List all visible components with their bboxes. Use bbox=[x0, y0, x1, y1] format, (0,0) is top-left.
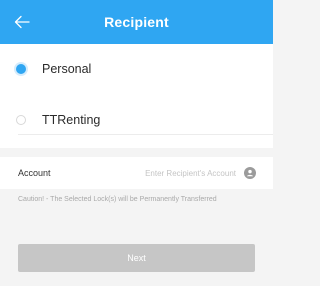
radio-selected-icon[interactable] bbox=[16, 64, 26, 74]
next-button-label: Next bbox=[127, 253, 146, 263]
option-ttrenting[interactable]: TTRenting bbox=[0, 95, 273, 145]
account-label: Account bbox=[18, 168, 51, 178]
option-label: TTRenting bbox=[42, 113, 101, 127]
option-label: Personal bbox=[42, 62, 92, 76]
back-button[interactable] bbox=[10, 10, 34, 34]
app-header: Recipient bbox=[0, 0, 273, 44]
recipient-type-list: Personal TTRenting bbox=[0, 44, 273, 148]
radio-unselected-icon[interactable] bbox=[16, 115, 26, 125]
next-button[interactable]: Next bbox=[18, 244, 255, 272]
account-row: Account bbox=[0, 157, 273, 189]
recipient-screen: Recipient Personal TTRenting Account Cau… bbox=[0, 0, 273, 286]
option-personal[interactable]: Personal bbox=[0, 44, 273, 94]
arrow-left-icon bbox=[14, 15, 30, 29]
contact-button[interactable] bbox=[244, 167, 256, 179]
caution-text: Caution! - The Selected Lock(s) will be … bbox=[18, 196, 217, 203]
account-input[interactable] bbox=[108, 165, 236, 181]
person-icon bbox=[244, 167, 256, 179]
page-title: Recipient bbox=[104, 14, 169, 30]
